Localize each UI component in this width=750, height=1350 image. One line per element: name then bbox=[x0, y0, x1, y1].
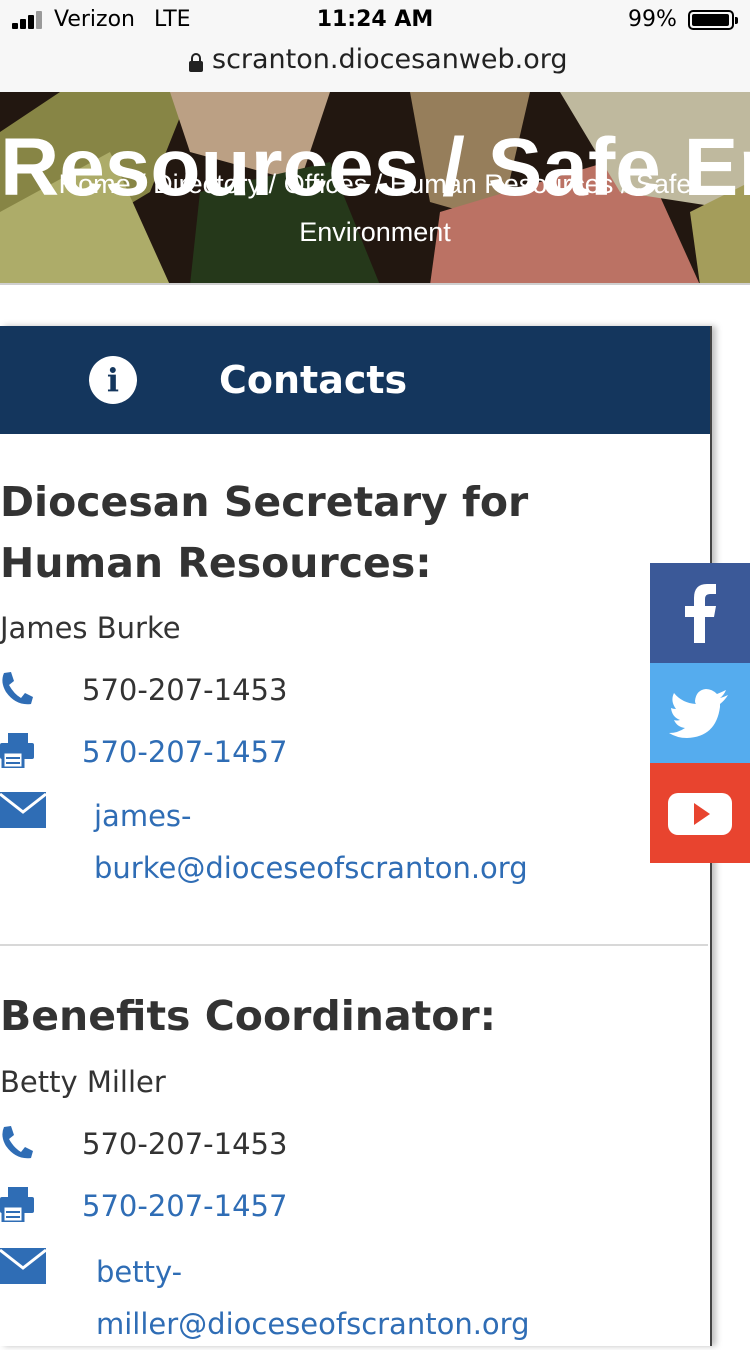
page-hero-banner: Resources / Safe Environment Home / Dire… bbox=[0, 92, 750, 285]
contact-email-link[interactable]: james- burke@dioceseofscranton.org bbox=[94, 790, 614, 894]
breadcrumb-link-offices[interactable]: Offices bbox=[284, 169, 368, 199]
contact-fax-link[interactable]: 570-207-1457 bbox=[82, 732, 287, 772]
contacts-panel-title: Contacts bbox=[219, 358, 408, 402]
email-line-2[interactable]: burke@dioceseofscranton.org bbox=[94, 842, 614, 894]
contacts-panel: i Contacts Diocesan Secretary for Human … bbox=[0, 326, 712, 1346]
contact-divider bbox=[0, 944, 708, 946]
email-icon bbox=[0, 792, 46, 828]
contact-role: Benefits Coordinator: bbox=[0, 992, 497, 1040]
info-icon: i bbox=[89, 356, 137, 404]
facebook-button[interactable] bbox=[650, 563, 750, 663]
phone-icon bbox=[2, 672, 34, 705]
twitter-icon bbox=[669, 689, 728, 738]
breadcrumb: Home / Directory / Offices / Human Resou… bbox=[58, 169, 692, 247]
facebook-icon bbox=[685, 584, 716, 643]
contact-fax-link[interactable]: 570-207-1457 bbox=[82, 1186, 287, 1226]
contact-role: Diocesan Secretary for Human Resources: bbox=[0, 478, 529, 587]
contact-name: Betty Miller bbox=[0, 1065, 166, 1099]
twitter-button[interactable] bbox=[650, 663, 750, 763]
contact-email-link[interactable]: betty- miller@dioceseofscranton.org bbox=[96, 1246, 616, 1350]
lock-icon bbox=[189, 53, 203, 72]
status-bar: Verizon LTE 11:24 AM 99% bbox=[0, 0, 750, 42]
battery-percentage: 99% bbox=[628, 7, 677, 32]
youtube-button[interactable] bbox=[650, 763, 750, 863]
email-line-1[interactable]: betty- bbox=[96, 1246, 616, 1298]
email-icon bbox=[0, 1248, 46, 1284]
phone-icon bbox=[2, 1126, 34, 1159]
contacts-panel-header: i Contacts bbox=[0, 326, 710, 434]
contact-phone: 570-207-1453 bbox=[82, 1127, 288, 1161]
url-text[interactable]: scranton.diocesanweb.org bbox=[212, 44, 568, 75]
fax-icon bbox=[0, 733, 34, 768]
youtube-icon bbox=[668, 793, 732, 835]
address-bar[interactable]: scranton.diocesanweb.org bbox=[0, 42, 750, 92]
contact-phone: 570-207-1453 bbox=[82, 673, 288, 707]
email-line-1[interactable]: james- bbox=[94, 790, 614, 842]
contact-name: James Burke bbox=[0, 611, 181, 645]
breadcrumb-link-directory[interactable]: Directory bbox=[153, 169, 261, 199]
battery-icon bbox=[688, 10, 738, 30]
fax-icon bbox=[0, 1187, 34, 1222]
breadcrumb-link-human-resources[interactable]: Human Resources bbox=[390, 169, 614, 199]
email-line-2[interactable]: miller@dioceseofscranton.org bbox=[96, 1298, 616, 1350]
breadcrumb-link-home[interactable]: Home bbox=[59, 169, 131, 199]
